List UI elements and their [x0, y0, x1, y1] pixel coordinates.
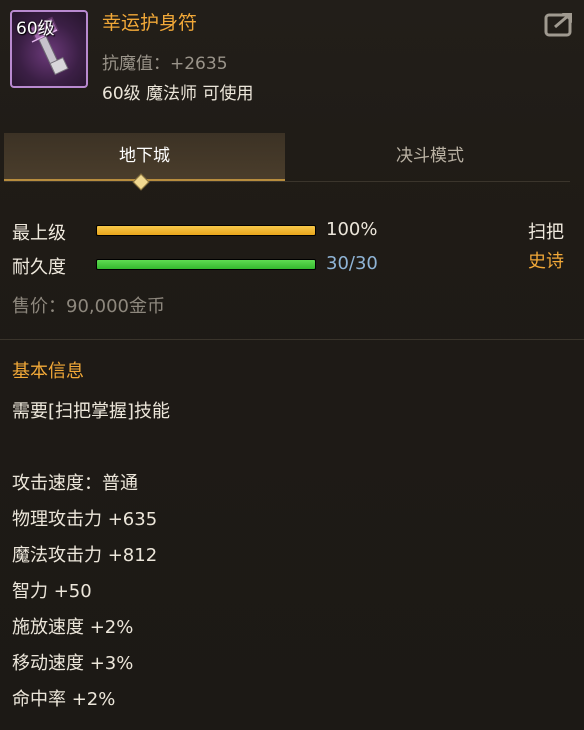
share-button[interactable]	[543, 9, 577, 39]
item-tooltip-panel: 60级 幸运护身符 抗魔值：+2635 60级 魔法师 可使用 地下城 决斗模式…	[0, 0, 584, 730]
level-bar-fill	[97, 226, 315, 235]
item-level-badge: 60级	[16, 19, 55, 39]
attribute-line: 命中率 +2%	[12, 689, 116, 710]
attribute-line: 物理攻击力 +635	[12, 509, 158, 530]
attribute-line: 智力 +50	[12, 581, 92, 602]
durability-bar	[96, 259, 316, 270]
section-divider	[0, 339, 584, 340]
level-bar	[96, 225, 316, 236]
item-stat-line: 抗魔值：+2635	[102, 54, 228, 74]
level-value: 100%	[326, 219, 378, 240]
tab-dungeon[interactable]: 地下城	[4, 133, 285, 181]
item-name: 幸运护身符	[102, 12, 198, 34]
basic-info-title: 基本信息	[12, 361, 84, 382]
attribute-line: 施放速度 +2%	[12, 617, 134, 638]
attribute-line: 攻击速度：普通	[12, 473, 138, 494]
durability-value: 30/30	[326, 253, 378, 274]
share-icon	[544, 13, 572, 37]
item-type: 扫把	[528, 222, 564, 243]
durability-bar-fill	[97, 260, 315, 269]
attribute-line: 移动速度 +3%	[12, 653, 134, 674]
level-label: 最上级	[12, 223, 66, 244]
item-rarity: 史诗	[528, 251, 564, 272]
attribute-line: 魔法攻击力 +812	[12, 545, 158, 566]
item-icon: 60级	[10, 10, 88, 88]
skill-requirement: 需要[扫把掌握]技能	[12, 401, 171, 422]
tab-pvp[interactable]: 决斗模式	[285, 133, 575, 181]
item-header: 60级 幸运护身符 抗魔值：+2635 60级 魔法师 可使用	[0, 0, 584, 120]
mode-tabs: 地下城 决斗模式	[4, 133, 570, 182]
sell-price: 售价：90,000金币	[12, 296, 165, 317]
item-requirement: 60级 魔法师 可使用	[102, 84, 254, 104]
durability-label: 耐久度	[12, 257, 66, 278]
